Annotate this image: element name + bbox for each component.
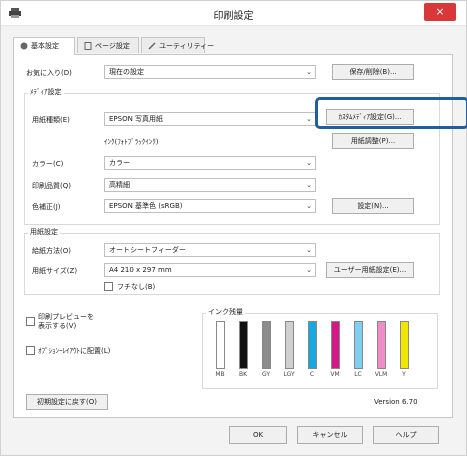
ink-bar-vm (331, 321, 340, 369)
color-label: カラー(C) (32, 160, 64, 168)
borderless-checkbox[interactable] (104, 282, 113, 291)
chevron-down-icon: ⌄ (306, 181, 312, 189)
color-correction-value: EPSON 基準色 (sRGB) (109, 202, 183, 210)
print-quality-select[interactable]: 高精細 ⌄ (104, 178, 316, 192)
ink-fill-lgy (286, 322, 293, 368)
paper-group-label: 用紙設定 (28, 227, 60, 237)
layout-label: ｵﾌﾟｼｮﾝｰﾚｲｱｳﾄに配置(L) (38, 347, 111, 355)
ink-fill-lc (355, 322, 362, 368)
ink-bar-y (400, 321, 409, 369)
ink-label-y: Y (402, 371, 406, 378)
user-paper-settings-button[interactable]: ユーザー用紙設定(E)... (326, 262, 414, 278)
ink-fill-y (401, 322, 408, 368)
restore-defaults-button[interactable]: 初期設定に戻す(O) (26, 394, 108, 410)
ink-type-text: ｲﾝｸ(ﾌｫﾄﾌﾞﾗｯｸｲﾝｸ) (104, 138, 159, 146)
color-settings-button[interactable]: 設定(N)... (332, 198, 414, 214)
ink-bar-vlm (377, 321, 386, 369)
chevron-down-icon: ⌄ (306, 246, 312, 254)
paper-source-label: 給紙方法(O) (32, 247, 71, 255)
ink-label-vm: VM (330, 371, 340, 378)
ink-bar-c (308, 321, 317, 369)
favorites-label: お気に入り(D) (26, 69, 72, 77)
chevron-down-icon: ⌄ (306, 202, 312, 210)
chevron-down-icon: ⌄ (306, 115, 312, 123)
paper-adjust-button[interactable]: 用紙調整(P)... (332, 133, 414, 149)
tab-main[interactable]: 基本設定 (13, 37, 75, 55)
ink-label-mb: MB (215, 371, 225, 378)
ink-label-lgy: LGY (283, 371, 295, 378)
print-preview-label: 印刷プレビューを表示する(V) (38, 313, 94, 330)
help-button[interactable]: ヘルプ (373, 426, 439, 444)
ink-bar-lgy (285, 321, 294, 369)
print-settings-window: 印刷設定 × 基本設定 ページ設定 ユーティリティー お気に入り(D) 現在の設… (0, 0, 467, 456)
page-tab-icon (84, 42, 92, 50)
tab-page-setup-label: ページ設定 (95, 42, 130, 50)
utility-tab-icon (148, 42, 156, 50)
chevron-down-icon: ⌄ (306, 266, 312, 274)
paper-size-select[interactable]: A4 210 x 297 mm ⌄ (104, 263, 316, 277)
media-type-value: EPSON 写真用紙 (109, 115, 164, 123)
title-bar: 印刷設定 × (1, 1, 466, 26)
favorites-value: 現在の設定 (109, 68, 144, 76)
color-value: カラー (109, 159, 130, 167)
chevron-down-icon: ⌄ (306, 159, 312, 167)
color-select[interactable]: カラー ⌄ (104, 156, 316, 170)
chevron-down-icon: ⌄ (306, 68, 312, 76)
ink-bar-mb (216, 321, 225, 369)
paper-source-value: オートシートフィーダー (109, 246, 186, 254)
print-quality-label: 印刷品質(Q) (32, 182, 71, 190)
version-text: Version 6.70 (374, 398, 418, 406)
ink-bar-bk (239, 321, 248, 369)
ink-fill-bk (240, 322, 247, 368)
print-quality-value: 高精細 (109, 181, 130, 189)
color-correction-label: 色補正(J) (32, 203, 61, 211)
ink-fill-gy (263, 322, 270, 368)
paper-size-value: A4 210 x 297 mm (109, 266, 172, 274)
media-type-label: 用紙種類(E) (32, 116, 70, 124)
borderless-label: フチなし(B) (117, 283, 156, 291)
ink-label-c: C (309, 371, 315, 378)
highlight-box (315, 97, 467, 129)
paper-source-select[interactable]: オートシートフィーダー ⌄ (104, 243, 316, 257)
ink-label-lc: LC (354, 371, 362, 378)
tab-utility[interactable]: ユーティリティー (141, 37, 214, 53)
tab-utility-label: ユーティリティー (159, 42, 215, 50)
ink-fill-vm (332, 322, 339, 368)
tab-page-setup[interactable]: ページ設定 (77, 37, 139, 53)
ink-levels-label: インク残量 (206, 307, 245, 317)
ink-label-vlm: VLM (374, 371, 388, 378)
media-type-select[interactable]: EPSON 写真用紙 ⌄ (104, 112, 316, 126)
tab-main-label: 基本設定 (31, 42, 59, 50)
layout-checkbox[interactable] (26, 346, 35, 355)
window-title: 印刷設定 (213, 11, 254, 22)
print-preview-checkbox[interactable] (26, 317, 35, 326)
ink-label-bk: BK (238, 371, 248, 378)
ink-fill-mb (217, 322, 224, 368)
ink-fill-vlm (378, 322, 385, 368)
close-button[interactable]: × (424, 3, 456, 21)
printer-tab-icon (20, 42, 28, 50)
ink-bar-lc (354, 321, 363, 369)
color-correction-select[interactable]: EPSON 基準色 (sRGB) ⌄ (104, 199, 316, 213)
ink-bar-gy (262, 321, 271, 369)
favorites-select[interactable]: 現在の設定 ⌄ (104, 65, 316, 79)
ink-label-gy: GY (261, 371, 270, 378)
cancel-button[interactable]: キャンセル (297, 426, 363, 444)
paper-size-label: 用紙サイズ(Z) (32, 267, 78, 275)
ok-button[interactable]: OK (229, 426, 287, 444)
ink-fill-c (309, 322, 316, 368)
media-group-label: ﾒﾃﾞｨｱ設定 (28, 87, 64, 97)
save-delete-button[interactable]: 保存/削除(B)... (332, 64, 414, 80)
